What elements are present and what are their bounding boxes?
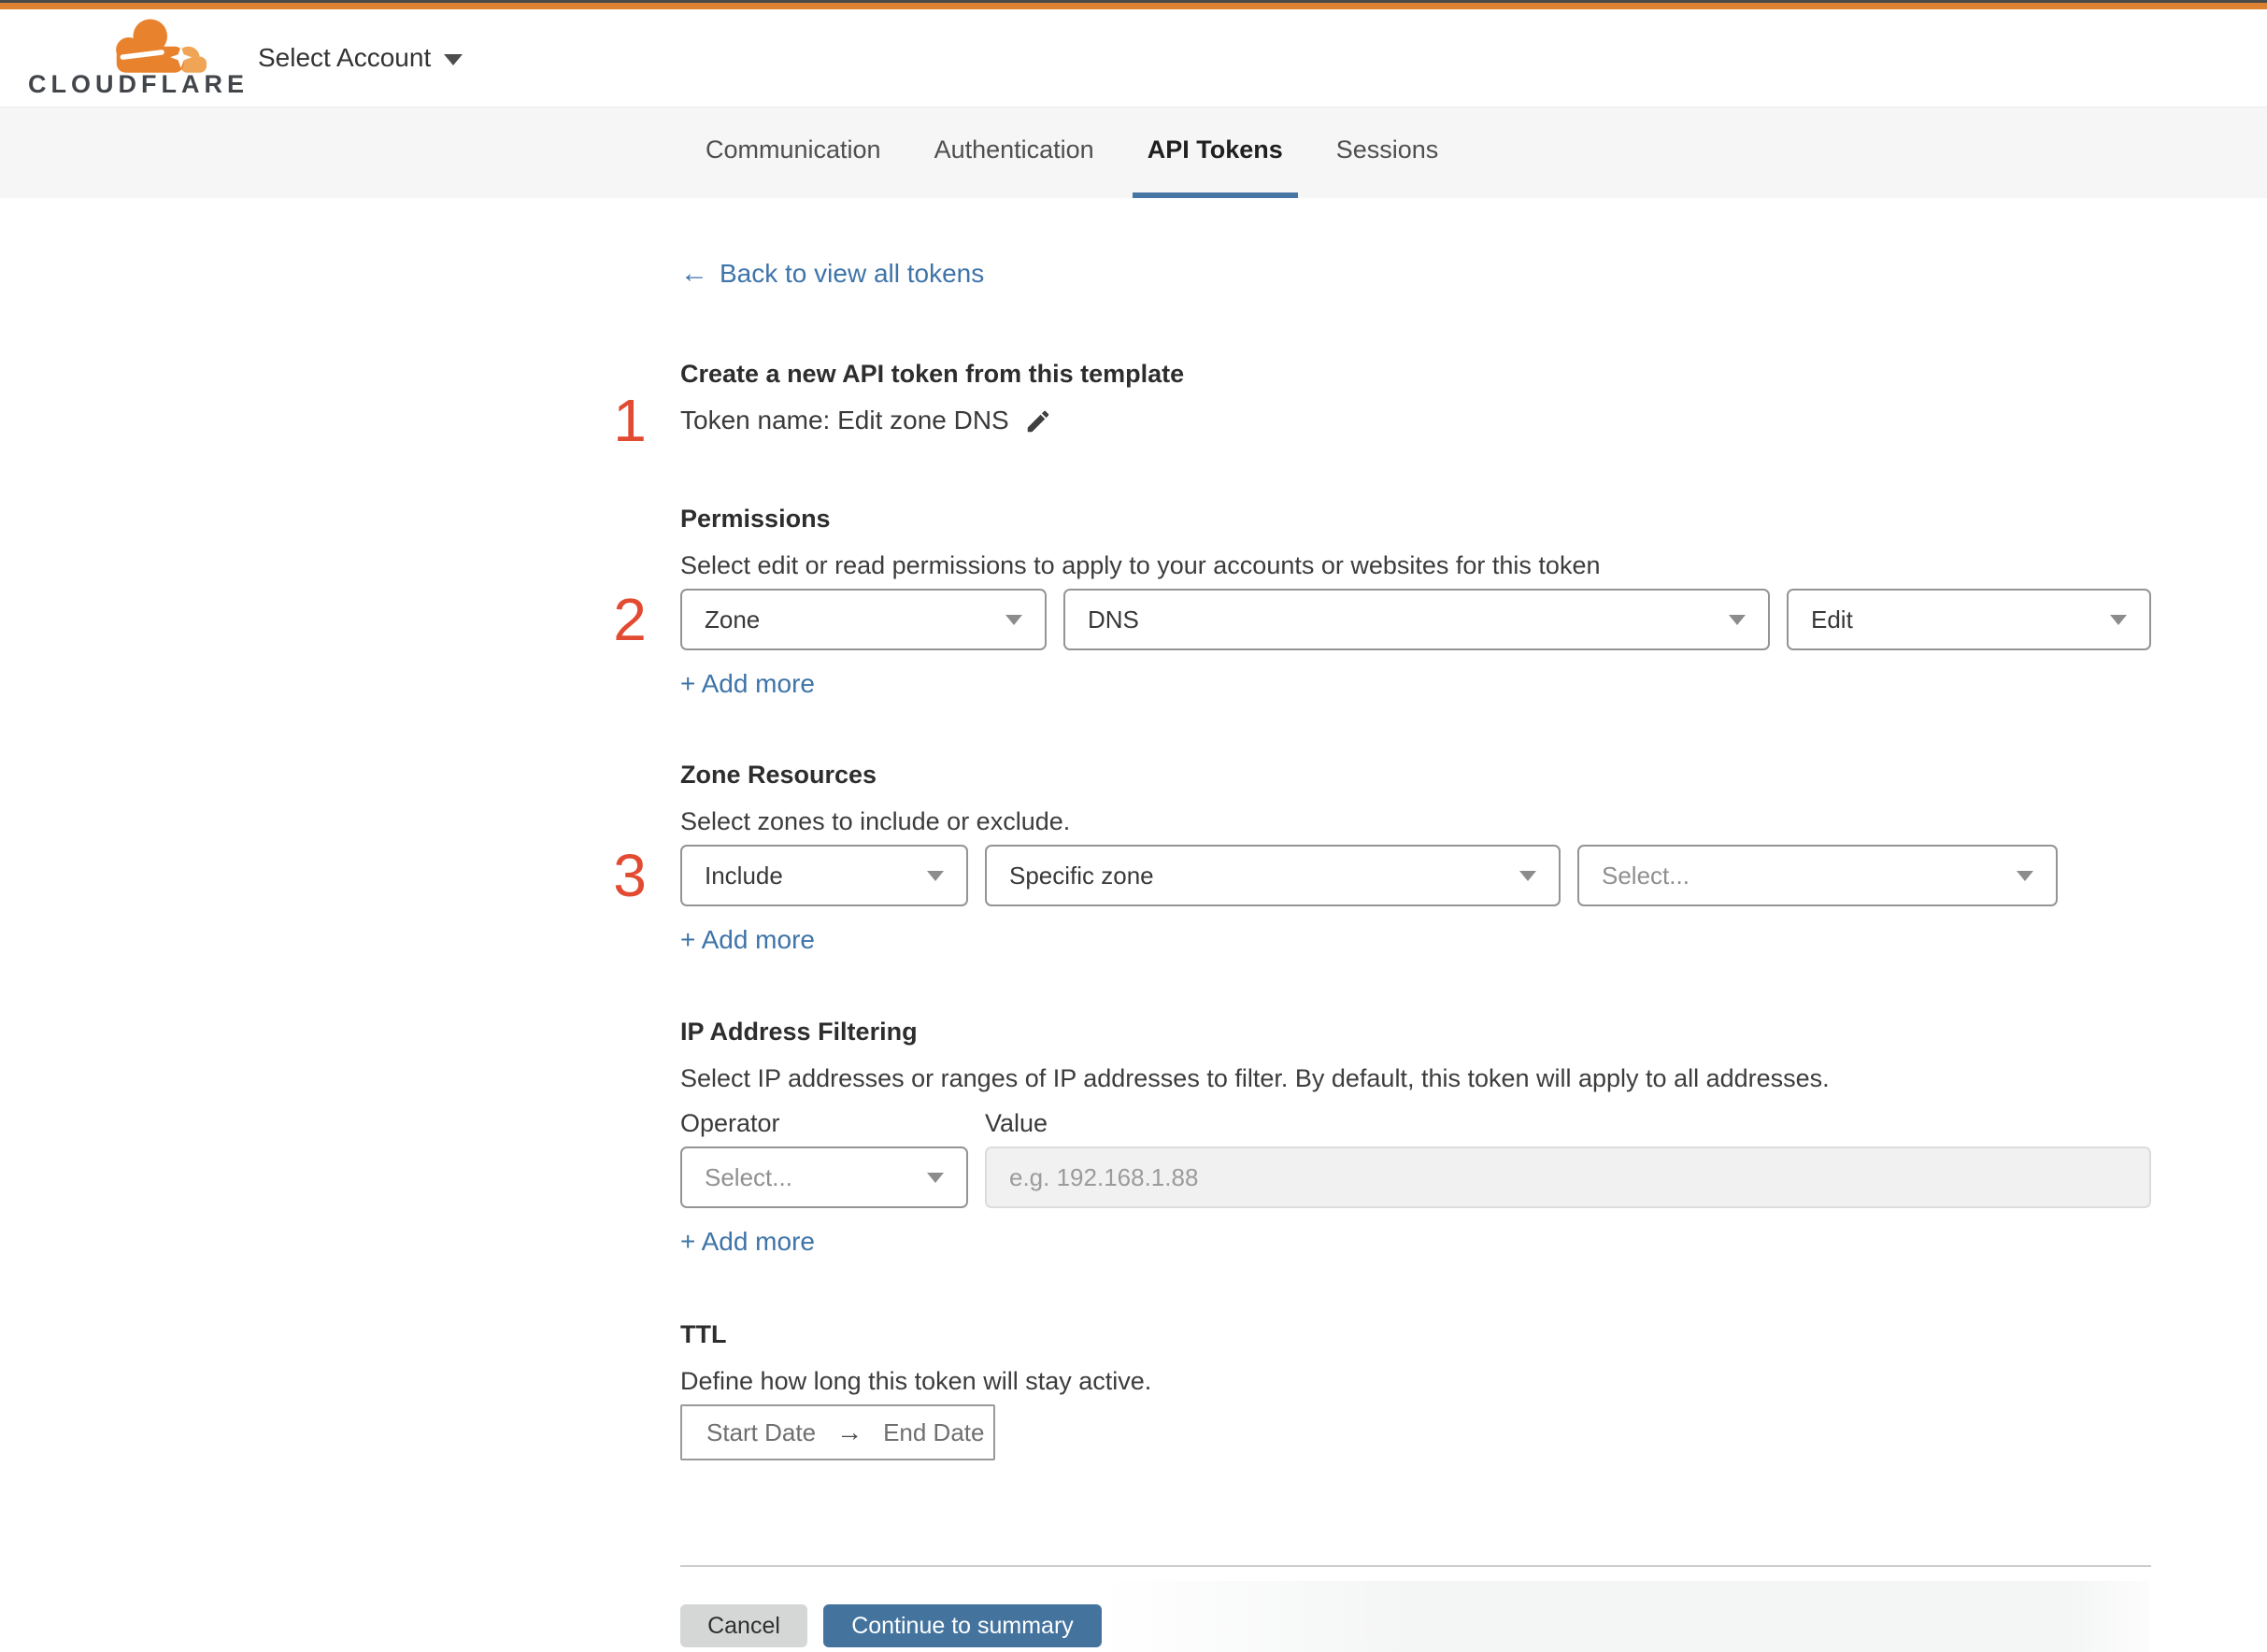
- back-to-tokens-link[interactable]: ← Back to view all tokens: [680, 258, 984, 290]
- ip-operator-select[interactable]: Select...: [680, 1146, 968, 1208]
- permission-scope-value: Zone: [705, 605, 761, 634]
- profile-tabbar: Communication Authentication API Tokens …: [0, 107, 2267, 198]
- zone-type-select[interactable]: Specific zone: [985, 845, 1561, 906]
- permission-access-value: Edit: [1811, 605, 1853, 634]
- cloudflare-cloud-icon: [116, 19, 207, 73]
- permissions-add-more-link[interactable]: + Add more: [680, 669, 815, 699]
- dropdown-caret-icon: [1729, 614, 1746, 625]
- dropdown-caret-icon: [1519, 870, 1536, 881]
- step-3-number: 3: [613, 842, 647, 909]
- ip-filtering-description: Select IP addresses or ranges of IP addr…: [680, 1064, 1830, 1092]
- dropdown-caret-icon: [927, 870, 944, 881]
- dropdown-caret-icon: [927, 1172, 944, 1183]
- cloudflare-logo[interactable]: CLOUDFLARE: [28, 13, 244, 103]
- permission-resource-value: DNS: [1088, 605, 1139, 634]
- zone-resources-title: Zone Resources: [680, 761, 877, 789]
- permissions-description: Select edit or read permissions to apply…: [680, 551, 1601, 579]
- select-account-label: Select Account: [258, 43, 432, 72]
- brand-wordmark: CLOUDFLARE: [28, 70, 249, 98]
- zone-select[interactable]: Select...: [1577, 845, 2058, 906]
- footer-divider: [680, 1565, 2151, 1567]
- step-2-number: 2: [613, 586, 647, 653]
- permission-scope-select[interactable]: Zone: [680, 589, 1047, 650]
- arrow-right-icon: →: [836, 1417, 863, 1446]
- dropdown-caret-icon: [2110, 614, 2127, 625]
- zone-resources-row: 3 Include Specific zone Select...: [613, 845, 2151, 906]
- dropdown-caret-icon: [1005, 614, 1022, 625]
- tab-communication[interactable]: Communication: [691, 107, 896, 198]
- start-date-label: Start Date: [706, 1417, 817, 1446]
- page-title: Create a new API token from this templat…: [680, 360, 1185, 388]
- zone-mode-value: Include: [705, 861, 783, 890]
- ip-filtering-row: Select...: [680, 1146, 2151, 1208]
- cancel-button[interactable]: Cancel: [680, 1604, 807, 1647]
- zone-resources-add-more-link[interactable]: + Add more: [680, 925, 815, 955]
- topbar-orange-strip: [0, 3, 2267, 9]
- operator-label: Operator: [680, 1109, 780, 1137]
- dropdown-caret-icon: [2017, 870, 2033, 881]
- token-name-text: Token name: Edit zone DNS: [680, 406, 1009, 434]
- footer-actions: Cancel Continue to summary: [680, 1604, 2151, 1647]
- value-label: Value: [985, 1109, 1048, 1137]
- edit-pencil-icon[interactable]: [1024, 407, 1052, 435]
- ttl-title: TTL: [680, 1320, 727, 1348]
- permissions-row: 2 Zone DNS Edit: [613, 589, 2151, 650]
- continue-to-summary-button[interactable]: Continue to summary: [823, 1604, 1102, 1647]
- tab-api-tokens[interactable]: API Tokens: [1132, 107, 1298, 198]
- zone-resources-description: Select zones to include or exclude.: [680, 807, 1071, 835]
- chevron-down-icon: [444, 54, 463, 65]
- ip-filtering-title: IP Address Filtering: [680, 1018, 918, 1046]
- zone-mode-select[interactable]: Include: [680, 845, 968, 906]
- token-form: ← Back to view all tokens Create a new A…: [604, 198, 2151, 1647]
- ip-operator-placeholder: Select...: [705, 1162, 792, 1191]
- permission-resource-select[interactable]: DNS: [1063, 589, 1770, 650]
- ttl-description: Define how long this token will stay act…: [680, 1367, 1152, 1395]
- step-1-number: 1: [613, 387, 647, 454]
- ttl-date-range-picker[interactable]: Start Date → End Date: [680, 1404, 995, 1460]
- app-header: CLOUDFLARE Select Account: [0, 9, 2267, 107]
- select-account-dropdown[interactable]: Select Account: [258, 43, 463, 73]
- back-arrow-icon: ←: [680, 258, 708, 289]
- ip-filtering-labels: Operator Value: [680, 1107, 2151, 1139]
- ip-value-input[interactable]: [985, 1146, 2151, 1208]
- permission-access-select[interactable]: Edit: [1787, 589, 2151, 650]
- tab-sessions[interactable]: Sessions: [1321, 107, 1454, 198]
- permissions-title: Permissions: [680, 505, 831, 533]
- zone-type-value: Specific zone: [1009, 861, 1154, 890]
- end-date-label: End Date: [883, 1417, 985, 1446]
- ip-filtering-add-more-link[interactable]: + Add more: [680, 1227, 815, 1257]
- back-link-label: Back to view all tokens: [720, 259, 985, 288]
- zone-select-placeholder: Select...: [1602, 861, 1690, 890]
- tab-authentication[interactable]: Authentication: [920, 107, 1109, 198]
- token-name-row: 1 Token name: Edit zone DNS: [613, 391, 2151, 450]
